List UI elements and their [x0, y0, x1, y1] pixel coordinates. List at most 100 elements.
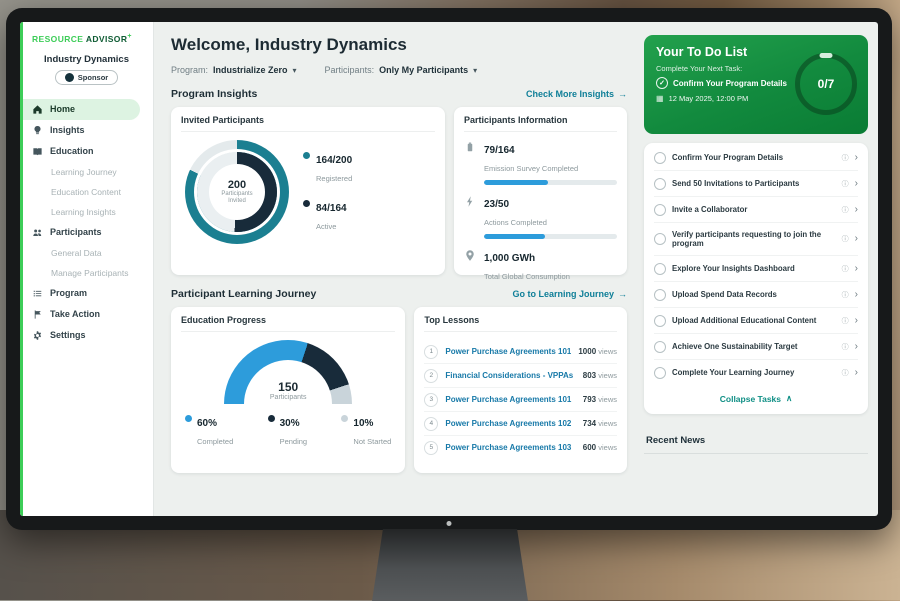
info-row-consumption: 1,000 GWh Total Global Consumption — [464, 248, 617, 284]
program-filter[interactable]: Program: Industrialize Zero ▾ — [171, 65, 297, 75]
todo-next-task-label: Confirm Your Program Details — [673, 79, 787, 88]
task-checkbox[interactable] — [654, 315, 666, 327]
info-icon[interactable]: ⓘ — [842, 205, 849, 215]
chevron-right-icon[interactable]: › — [855, 179, 858, 189]
legend-dot-active — [303, 200, 310, 207]
sidebar-item-label: Manage Participants — [51, 268, 129, 278]
task-row[interactable]: Complete Your Learning Journey ⓘ › — [654, 360, 858, 385]
lesson-link[interactable]: Financial Considerations - VPPAs — [445, 371, 575, 380]
check-more-insights-link[interactable]: Check More Insights → — [526, 89, 627, 99]
task-row[interactable]: Upload Additional Educational Content ⓘ … — [654, 308, 858, 334]
task-checkbox[interactable] — [654, 341, 666, 353]
actions-progress-fill — [484, 234, 545, 239]
todo-progress-value: 0/7 — [818, 77, 835, 91]
task-row[interactable]: Explore Your Insights Dashboard ⓘ › — [654, 256, 858, 282]
invited-donut-block: 200 Participants Invited 164/200 Registe… — [181, 140, 435, 244]
recent-news-section: Recent News — [644, 424, 868, 454]
todo-task-list: Confirm Your Program Details ⓘ › Send 50… — [644, 143, 868, 414]
card-title: Invited Participants — [181, 115, 435, 132]
lesson-rank: 2 — [424, 369, 438, 383]
lesson-link[interactable]: Power Purchase Agreements 102 — [445, 419, 575, 428]
info-icon[interactable]: ⓘ — [842, 368, 849, 378]
sidebar-item-learning-journey[interactable]: Learning Journey — [20, 162, 153, 182]
gear-icon — [32, 330, 43, 341]
legend-pending: 30% Pending — [268, 413, 308, 449]
task-label: Achieve One Sustainability Target — [672, 342, 834, 352]
sidebar-item-participants[interactable]: Participants — [20, 222, 153, 243]
task-row[interactable]: Verify participants requesting to join t… — [654, 223, 858, 256]
info-label: Emission Survey Completed — [484, 164, 578, 173]
info-icon[interactable]: ⓘ — [842, 153, 849, 163]
task-checkbox[interactable] — [654, 204, 666, 216]
task-label: Upload Spend Data Records — [672, 290, 834, 300]
task-checkbox[interactable] — [654, 152, 666, 164]
go-to-learning-journey-link[interactable]: Go to Learning Journey → — [512, 289, 627, 299]
participants-filter[interactable]: Participants: Only My Participants ▾ — [325, 65, 478, 75]
power-led — [447, 521, 452, 526]
task-checkbox[interactable] — [654, 289, 666, 301]
survey-progress-fill — [484, 180, 548, 185]
sidebar-item-take-action[interactable]: Take Action — [20, 304, 153, 325]
lesson-link[interactable]: Power Purchase Agreements 103 — [445, 443, 575, 452]
collapse-tasks-link[interactable]: Collapse Tasks ∧ — [654, 385, 858, 412]
chevron-right-icon[interactable]: › — [855, 264, 858, 274]
sidebar-item-manage-participants[interactable]: Manage Participants — [20, 263, 153, 283]
info-icon[interactable]: ⓘ — [842, 179, 849, 189]
section-title: Program Insights — [171, 88, 257, 100]
sidebar-item-label: General Data — [51, 248, 102, 258]
lesson-rank: 3 — [424, 393, 438, 407]
battery-icon — [464, 141, 476, 155]
legend-dot-pending — [268, 415, 275, 422]
chevron-down-icon: ▾ — [293, 66, 297, 75]
sidebar-item-program[interactable]: Program — [20, 283, 153, 304]
chevron-right-icon[interactable]: › — [855, 316, 858, 326]
chevron-right-icon[interactable]: › — [855, 290, 858, 300]
legend-label: Registered — [316, 174, 352, 183]
task-checkbox[interactable] — [654, 367, 666, 379]
lesson-link[interactable]: Power Purchase Agreements 101 — [445, 347, 571, 356]
task-row[interactable]: Achieve One Sustainability Target ⓘ › — [654, 334, 858, 360]
task-checkbox[interactable] — [654, 263, 666, 275]
info-icon[interactable]: ⓘ — [842, 234, 849, 244]
chevron-right-icon[interactable]: › — [855, 234, 858, 244]
actions-progress-track — [484, 234, 617, 239]
task-row[interactable]: Send 50 Invitations to Participants ⓘ › — [654, 171, 858, 197]
task-label: Complete Your Learning Journey — [672, 368, 834, 378]
org-block: Industry Dynamics Sponsor — [20, 54, 153, 87]
info-icon[interactable]: ⓘ — [842, 342, 849, 352]
book-icon — [32, 146, 43, 157]
info-icon[interactable]: ⓘ — [842, 316, 849, 326]
app-screen: RESOURCE ADVISOR+ Industry Dynamics Spon… — [20, 22, 878, 516]
task-checkbox[interactable] — [654, 233, 666, 245]
lesson-link[interactable]: Power Purchase Agreements 101 — [445, 395, 575, 404]
sidebar: RESOURCE ADVISOR+ Industry Dynamics Spon… — [20, 22, 154, 516]
sidebar-item-learning-insights[interactable]: Learning Insights — [20, 202, 153, 222]
org-name: Industry Dynamics — [20, 54, 153, 65]
info-icon[interactable]: ⓘ — [842, 264, 849, 274]
sidebar-item-education[interactable]: Education — [20, 141, 153, 162]
legend-dot-registered — [303, 152, 310, 159]
sidebar-item-label: Insights — [50, 125, 85, 135]
card-title: Participants Information — [464, 115, 617, 132]
info-label: Actions Completed — [484, 218, 547, 227]
sidebar-item-education-content[interactable]: Education Content — [20, 182, 153, 202]
sidebar-item-settings[interactable]: Settings — [20, 325, 153, 346]
sponsor-badge[interactable]: Sponsor — [55, 70, 118, 85]
chevron-right-icon[interactable]: › — [855, 342, 858, 352]
home-icon — [32, 104, 43, 115]
chevron-right-icon[interactable]: › — [855, 368, 858, 378]
info-icon[interactable]: ⓘ — [842, 290, 849, 300]
task-row[interactable]: Upload Spend Data Records ⓘ › — [654, 282, 858, 308]
task-row[interactable]: Confirm Your Program Details ⓘ › — [654, 145, 858, 171]
sidebar-item-home[interactable]: Home — [20, 99, 140, 120]
task-row[interactable]: Invite a Collaborator ⓘ › — [654, 197, 858, 223]
task-checkbox[interactable] — [654, 178, 666, 190]
legend-not-started: 10% Not Started — [341, 413, 391, 449]
lesson-views-value: 793 — [583, 395, 596, 404]
legend-value: 30% — [280, 418, 300, 429]
lesson-views-value: 803 — [583, 371, 596, 380]
chevron-right-icon[interactable]: › — [855, 205, 858, 215]
chevron-right-icon[interactable]: › — [855, 153, 858, 163]
sidebar-item-general-data[interactable]: General Data — [20, 243, 153, 263]
sidebar-item-insights[interactable]: Insights — [20, 120, 153, 141]
